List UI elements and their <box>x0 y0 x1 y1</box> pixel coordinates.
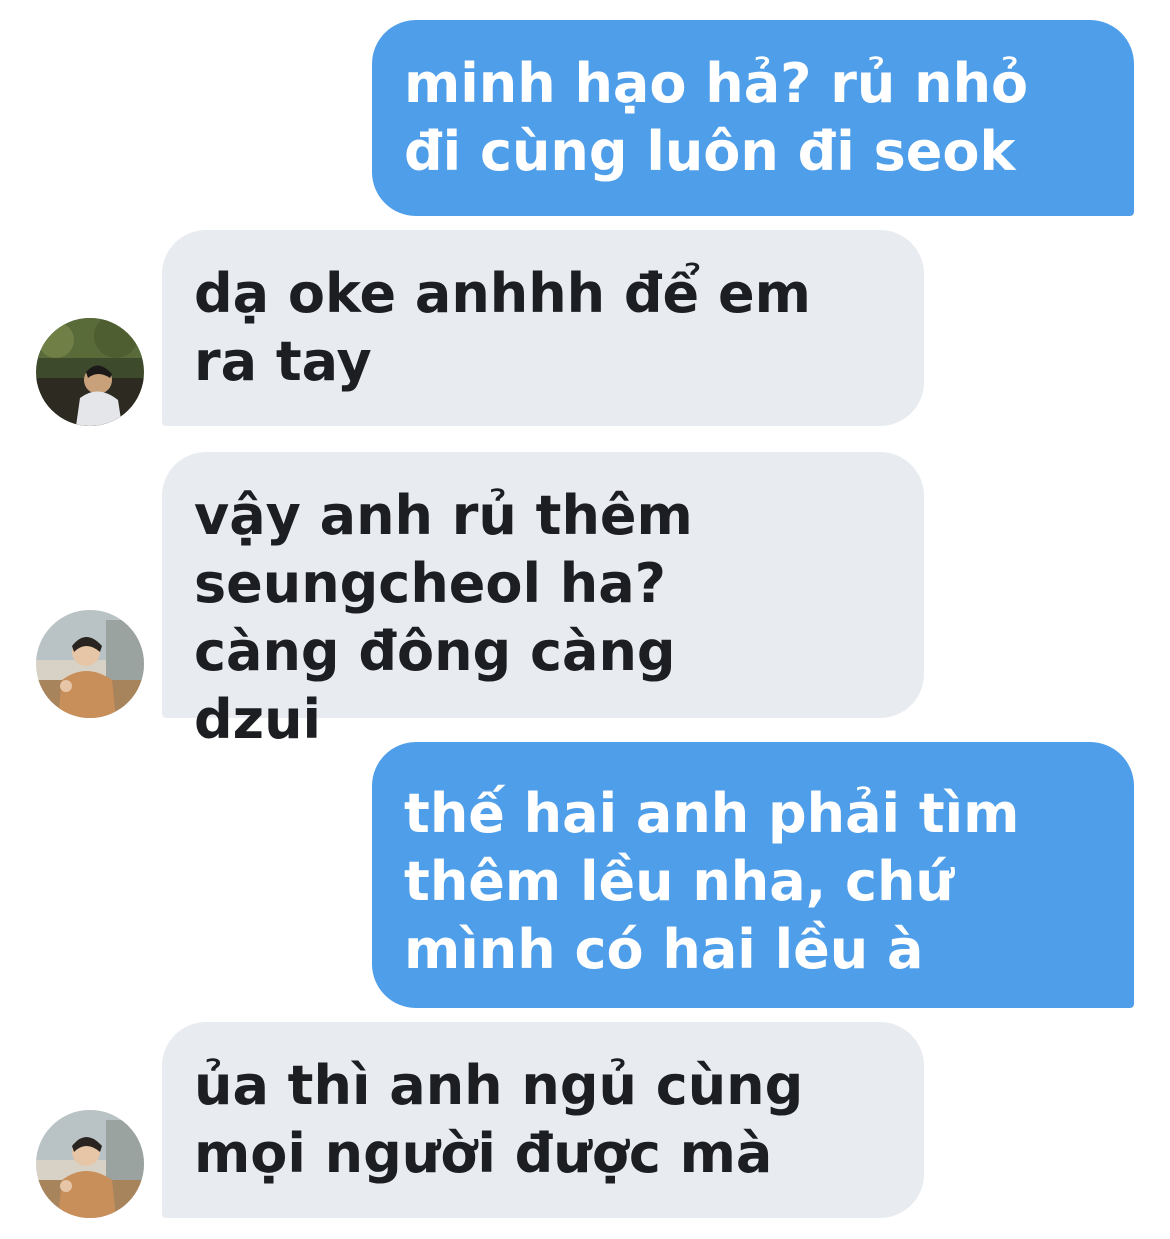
avatar[interactable] <box>36 610 144 718</box>
avatar[interactable] <box>36 1110 144 1218</box>
avatar-cafe-photo-icon <box>36 1110 144 1218</box>
message-bubble-sent[interactable]: thế hai anh phải tìm thêm lều nha, chứ m… <box>372 742 1134 1008</box>
avatar[interactable] <box>36 318 144 426</box>
message-text: vậy anh rủ thêm seungcheol ha? càng đông… <box>194 484 693 751</box>
message-bubble-received[interactable]: dạ oke anhhh để em ra tay <box>162 230 924 426</box>
avatar-forest-photo-icon <box>36 318 144 426</box>
message-bubble-received[interactable]: ủa thì anh ngủ cùng mọi người được mà <box>162 1022 924 1218</box>
message-bubble-received[interactable]: vậy anh rủ thêm seungcheol ha? càng đông… <box>162 452 924 751</box>
message-text: ủa thì anh ngủ cùng mọi người được mà <box>194 1054 804 1185</box>
message-text: minh hạo hả? rủ nhỏ đi cùng luôn đi seok <box>404 52 1029 183</box>
message-bubble-sent[interactable]: minh hạo hả? rủ nhỏ đi cùng luôn đi seok <box>372 20 1134 216</box>
avatar-cafe-photo-icon <box>36 610 144 718</box>
message-text: dạ oke anhhh để em ra tay <box>194 262 811 393</box>
message-text: thế hai anh phải tìm thêm lều nha, chứ m… <box>404 782 1020 981</box>
